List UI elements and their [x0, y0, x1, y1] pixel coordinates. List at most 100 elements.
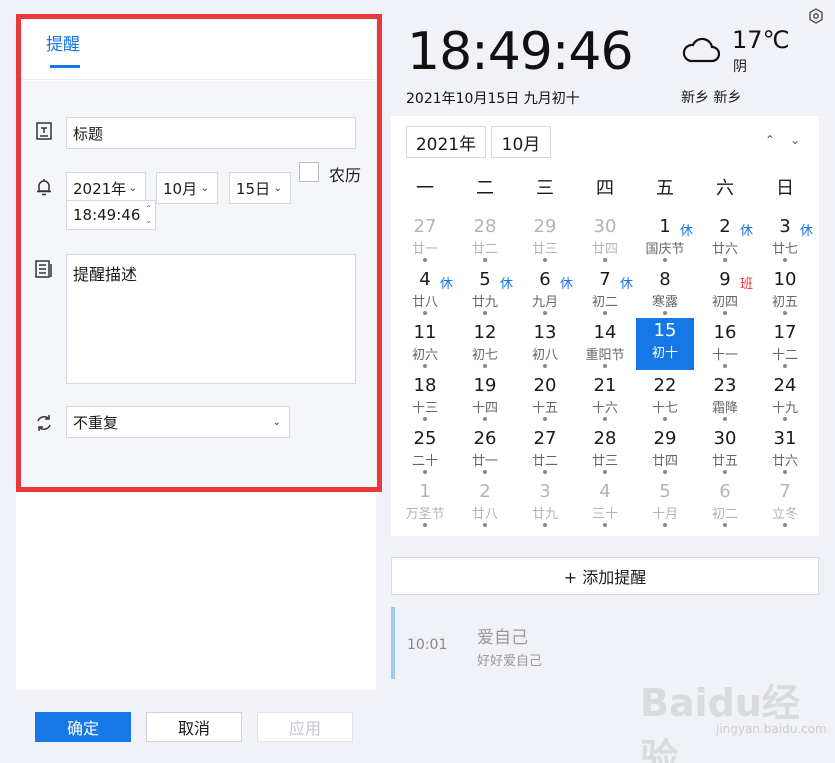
calendar-day[interactable]: 23 霜降	[696, 373, 754, 423]
calendar-day[interactable]: 16 十一	[696, 320, 754, 370]
calendar-day[interactable]: 29 廿四	[636, 426, 694, 476]
lunar-date: 廿六	[711, 242, 738, 257]
calendar-month-select[interactable]: 10月	[491, 126, 551, 158]
calendar-day[interactable]: 26 廿一	[456, 426, 514, 476]
calendar-day[interactable]: 6 九月休	[516, 267, 574, 317]
tab-remind[interactable]: 提醒	[46, 30, 80, 55]
lunar-date: 廿三	[591, 454, 618, 469]
weekday-label: 四	[596, 178, 614, 199]
calendar-day[interactable]: 4 廿八休	[396, 267, 454, 317]
title-input[interactable]: 标题	[66, 117, 356, 149]
day-number: 13	[533, 322, 557, 343]
chevron-down-icon[interactable]: ⌄	[790, 133, 800, 147]
calendar-day[interactable]: 2 廿六休	[696, 214, 754, 264]
lunar-date: 十二	[771, 348, 798, 363]
chevron-up-icon[interactable]: ⌃	[765, 133, 775, 147]
holiday-badge: 休	[500, 277, 514, 292]
calendar-day[interactable]: 24 十九	[756, 373, 814, 423]
day-dot	[603, 417, 607, 421]
day-number: 24	[773, 375, 797, 396]
calendar-day[interactable]: 2 廿八	[456, 479, 514, 529]
calendar-day[interactable]: 7 初二休	[576, 267, 634, 317]
day-number: 22	[653, 375, 677, 396]
day-dot	[783, 311, 787, 315]
description-textarea[interactable]: 提醒描述	[66, 254, 356, 384]
calendar-day[interactable]: 7 立冬	[756, 479, 814, 529]
calendar-day[interactable]: 5 十月	[636, 479, 694, 529]
calendar-day[interactable]: 1 国庆节休	[636, 214, 694, 264]
calendar-day[interactable]: 25 二十	[396, 426, 454, 476]
calendar-day[interactable]: 10 初五	[756, 267, 814, 317]
spin-up-icon[interactable]: ⌃	[145, 205, 152, 213]
day-select[interactable]: 15日 ⌄	[229, 172, 291, 204]
calendar-day[interactable]: 5 廿九休	[456, 267, 514, 317]
calendar-day-selected[interactable]: 15 初十	[636, 318, 694, 370]
cancel-button[interactable]: 取消	[146, 712, 242, 742]
lunar-date: 十六	[591, 401, 618, 416]
holiday-badge: 休	[620, 277, 634, 292]
day-dot	[483, 258, 487, 262]
calendar-day[interactable]: 3 廿七休	[756, 214, 814, 264]
day-number: 5	[659, 481, 671, 502]
calendar-day[interactable]: 11 初六	[396, 320, 454, 370]
calendar-day[interactable]: 28 廿二	[456, 214, 514, 264]
day-dot	[423, 523, 427, 527]
calendar-day[interactable]: 1 万圣节	[396, 479, 454, 529]
settings-icon[interactable]	[808, 8, 824, 24]
calendar-day[interactable]: 27 廿一	[396, 214, 454, 264]
calendar-day[interactable]: 3 廿九	[516, 479, 574, 529]
ok-button[interactable]: 确定	[35, 712, 131, 742]
add-reminder-button[interactable]: + 添加提醒	[391, 557, 819, 595]
watermark-logo: Baidu经验	[640, 681, 800, 763]
lunar-date: 九月	[531, 295, 558, 310]
calendar-day[interactable]: 8 寒露	[636, 267, 694, 317]
spin-down-icon[interactable]: ⌄	[145, 217, 152, 225]
calendar-day[interactable]: 20 十五	[516, 373, 574, 423]
holiday-badge: 休	[560, 277, 574, 292]
calendar-day[interactable]: 29 廿三	[516, 214, 574, 264]
holiday-badge: 休	[740, 224, 754, 239]
calendar-day[interactable]: 17 十二	[756, 320, 814, 370]
holiday-badge: 休	[440, 277, 454, 292]
calendar-day[interactable]: 13 初八	[516, 320, 574, 370]
day-dot	[423, 364, 427, 368]
holiday-badge: 休	[800, 224, 814, 239]
calendar-day[interactable]: 4 三十	[576, 479, 634, 529]
calendar-day[interactable]: 9 初四班	[696, 267, 754, 317]
calendar-day[interactable]: 12 初七	[456, 320, 514, 370]
calendar-day[interactable]: 22 十七	[636, 373, 694, 423]
calendar-day[interactable]: 27 廿二	[516, 426, 574, 476]
calendar-day[interactable]: 30 廿四	[576, 214, 634, 264]
day-dot	[723, 417, 727, 421]
lunar-date: 寒露	[651, 295, 678, 310]
day-dot	[663, 470, 667, 474]
repeat-select[interactable]: 不重复 ⌄	[66, 406, 290, 438]
day-number: 27	[533, 428, 557, 449]
time-value: 18:49:46	[73, 206, 141, 224]
calendar-year-select[interactable]: 2021年	[406, 126, 486, 158]
calendar-day[interactable]: 21 十六	[576, 373, 634, 423]
description-icon	[35, 260, 52, 278]
reminder-list-item[interactable]: 10:01 爱自己 好好爱自己	[391, 607, 819, 679]
month-select[interactable]: 10月 ⌄	[156, 172, 218, 204]
day-number: 12	[473, 322, 497, 343]
lunar-label: 农历	[329, 166, 362, 185]
lunar-date: 霜降	[711, 401, 738, 416]
calendar-day[interactable]: 19 十四	[456, 373, 514, 423]
calendar-day[interactable]: 14 重阳节	[576, 320, 634, 370]
bell-icon	[37, 179, 51, 196]
lunar-checkbox[interactable]	[299, 162, 319, 182]
apply-button[interactable]: 应用	[257, 712, 353, 742]
calendar-day[interactable]: 30 廿五	[696, 426, 754, 476]
calendar-day[interactable]: 18 十三	[396, 373, 454, 423]
calendar-day[interactable]: 6 初二	[696, 479, 754, 529]
repeat-select-value: 不重复	[73, 413, 119, 432]
reminder-accent-bar	[391, 607, 395, 679]
calendar-day[interactable]: 28 廿三	[576, 426, 634, 476]
calendar-day[interactable]: 31 廿六	[756, 426, 814, 476]
day-number: 29	[533, 216, 557, 237]
day-number: 6	[719, 481, 731, 502]
time-input[interactable]: 18:49:46 ⌃ ⌄	[66, 200, 156, 230]
lunar-date: 二十	[411, 454, 438, 469]
day-dot	[423, 417, 427, 421]
